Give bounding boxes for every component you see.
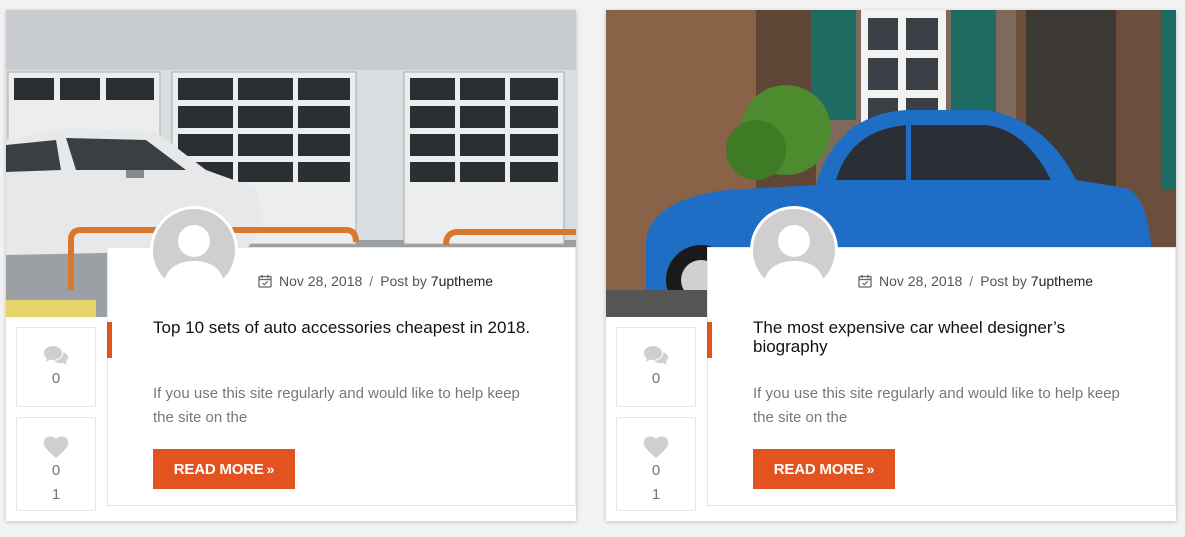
post-excerpt: If you use this site regularly and would… <box>153 385 520 426</box>
author-avatar[interactable] <box>150 206 238 294</box>
post-title[interactable]: The most expensive car wheel designer’s … <box>753 318 1133 356</box>
post-author-link[interactable]: 7uptheme <box>1031 273 1093 289</box>
likes-extra: 1 <box>651 486 661 503</box>
likes-count: 0 <box>51 462 61 479</box>
post-content-panel: Nov 28, 2018 / Post by 7uptheme The most… <box>707 206 1176 506</box>
comments-icon <box>644 346 668 365</box>
calendar-icon <box>258 275 272 288</box>
post-title[interactable]: Top 10 sets of auto accessories cheapest… <box>153 318 533 337</box>
accent-bar <box>707 322 712 358</box>
post-content-panel: Nov 28, 2018 / Post by 7uptheme Top 10 s… <box>107 206 576 506</box>
likes-count: 0 <box>651 462 661 479</box>
user-silhouette-icon <box>163 225 225 291</box>
comments-count: 0 <box>51 370 61 387</box>
post-date: Nov 28, 2018 <box>879 273 963 289</box>
user-silhouette-icon <box>763 225 825 291</box>
post-by-label: Post by <box>380 273 427 289</box>
likes-count-box[interactable]: 0 1 <box>616 417 696 511</box>
calendar-icon <box>858 275 872 288</box>
blog-post-card: 0 0 1 Nov 28, 2018 <box>6 10 576 521</box>
comments-icon <box>44 346 68 365</box>
meta-separator: / <box>369 273 374 289</box>
comments-count: 0 <box>651 370 661 387</box>
double-chevron-right-icon: » <box>866 461 875 477</box>
post-author-link[interactable]: 7uptheme <box>431 273 493 289</box>
read-more-label: READ MORE <box>173 460 264 478</box>
author-avatar[interactable] <box>750 206 838 294</box>
heart-icon <box>43 436 69 458</box>
heart-icon <box>643 436 669 458</box>
post-excerpt: If you use this site regularly and would… <box>753 385 1120 426</box>
comments-count-box[interactable]: 0 <box>616 327 696 407</box>
meta-separator: / <box>969 273 974 289</box>
read-more-button[interactable]: READ MORE » <box>153 449 295 489</box>
likes-extra: 1 <box>51 486 61 503</box>
comments-count-box[interactable]: 0 <box>16 327 96 407</box>
read-more-button[interactable]: READ MORE » <box>753 449 895 489</box>
double-chevron-right-icon: » <box>266 461 275 477</box>
likes-count-box[interactable]: 0 1 <box>16 417 96 511</box>
post-date: Nov 28, 2018 <box>279 273 363 289</box>
post-meta: Nov 28, 2018 / Post by 7uptheme <box>858 273 1093 289</box>
blog-post-card: 0 0 1 Nov 28, 2018 <box>606 10 1176 521</box>
post-meta: Nov 28, 2018 / Post by 7uptheme <box>258 273 493 289</box>
post-by-label: Post by <box>980 273 1027 289</box>
accent-bar <box>107 322 112 358</box>
read-more-label: READ MORE <box>773 460 864 478</box>
